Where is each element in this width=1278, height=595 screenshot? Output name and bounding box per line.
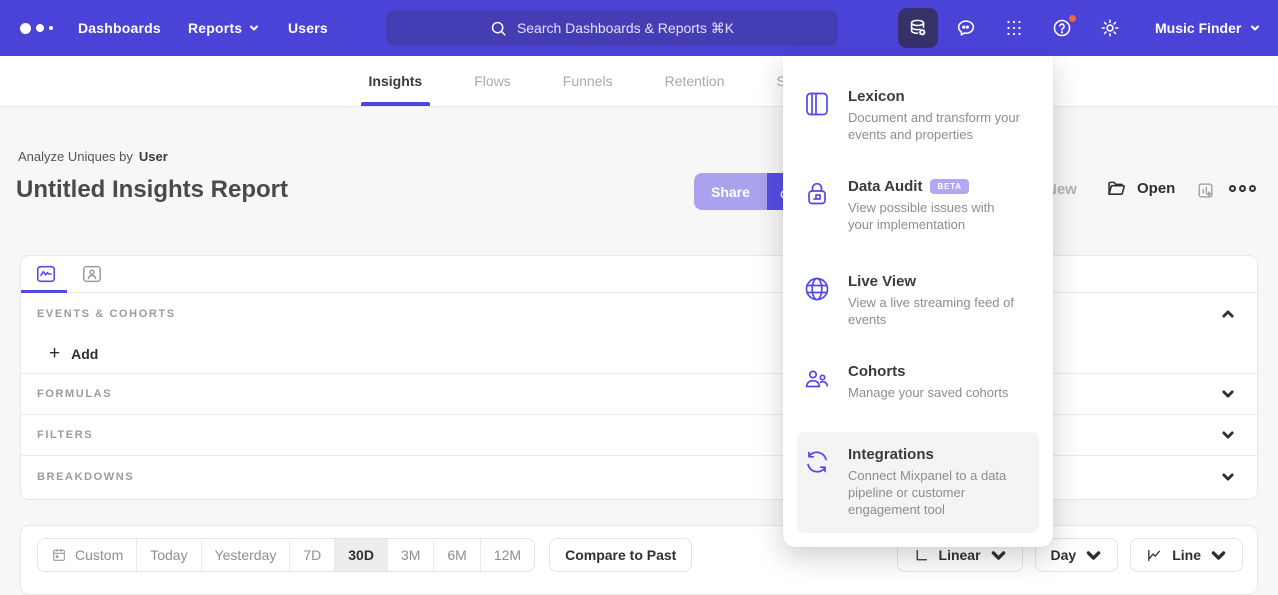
chevron-down-icon [990,547,1007,564]
date-yesterday[interactable]: Yesterday [202,539,291,571]
chevron-down-icon[interactable] [1221,428,1235,442]
date-today[interactable]: Today [137,539,201,571]
analyze-entity[interactable]: User [139,149,168,164]
menu-item-title: Live View [848,273,916,290]
menu-item-live-view[interactable]: Live View View a live streaming feed of … [783,273,1053,328]
plus-icon: + [49,344,60,363]
menu-item-description: Document and transform your events and p… [848,109,1020,143]
chevron-down-icon [1085,547,1102,564]
menu-item-description: Connect Mixpanel to a data pipeline or c… [848,467,1020,518]
search-input[interactable]: Search Dashboards & Reports ⌘K [386,10,838,46]
add-event-button[interactable]: + Add [21,334,1257,374]
tab-retention[interactable]: Retention [639,56,751,106]
nav-users-label: Users [288,20,328,36]
more-icon [1229,185,1236,192]
menu-item-title: Data Audit [848,178,922,195]
chart-type-dropdown[interactable]: Line [1130,538,1243,572]
nav-users[interactable]: Users [288,20,328,36]
menu-item-data-audit[interactable]: Data Audit BETA View possible issues wit… [783,178,1053,233]
search-placeholder: Search Dashboards & Reports ⌘K [517,20,734,37]
page-title[interactable]: Untitled Insights Report [16,176,288,204]
folder-icon [1106,178,1127,199]
chart-controls-card: Custom Today Yesterday 7D 30D 3M 6M 12M … [20,525,1258,595]
chevron-down-icon [1210,547,1227,564]
chevron-down-icon [1250,23,1260,33]
project-name: Music Finder [1155,20,1241,36]
compare-to-past-button[interactable]: Compare to Past [549,538,692,572]
board-add-icon [1196,181,1215,200]
section-label: FILTERS [37,429,93,441]
data-audit-lock-icon [803,180,831,208]
date-12m[interactable]: 12M [481,539,534,571]
share-button[interactable]: Share [694,173,767,210]
date-30d[interactable]: 30D [335,539,388,571]
live-view-globe-icon [803,275,831,303]
section-label: BREAKDOWNS [37,471,134,483]
lexicon-book-icon [803,90,831,118]
date-6m[interactable]: 6M [434,539,480,571]
nav-reports-label: Reports [188,20,242,36]
date-range-segmented-control: Custom Today Yesterday 7D 30D 3M 6M 12M [37,538,535,572]
profile-person-icon [81,263,103,285]
data-management-dropdown: Lexicon Document and transform your even… [783,56,1053,547]
open-button[interactable]: Open [1106,178,1175,199]
section-label: FORMULAS [37,388,112,400]
search-icon [490,20,507,37]
report-tabbar: Insights Flows Funnels Retention Signal … [0,56,1278,107]
tab-insights[interactable]: Insights [343,56,449,106]
menu-item-description: View a live streaming feed of events [848,294,1020,328]
insights-chart-icon [35,263,57,285]
menu-item-integrations[interactable]: Integrations Connect Mixpanel to a data … [783,446,1053,518]
menu-item-title: Integrations [848,446,934,463]
section-events-cohorts[interactable]: EVENTS & COHORTS [21,293,1257,334]
open-label: Open [1137,180,1175,197]
menu-item-title: Cohorts [848,363,906,380]
chevron-down-icon[interactable] [1221,387,1235,401]
calendar-icon [51,547,67,563]
beta-badge: BETA [930,179,968,194]
more-options-button[interactable] [1229,185,1256,192]
nav-reports[interactable]: Reports [188,20,259,36]
help-icon[interactable] [1042,8,1082,48]
chevron-up-icon[interactable] [1221,307,1235,321]
linear-axes-icon [913,547,930,564]
cohorts-people-icon [803,365,831,393]
analyze-breadcrumb: Analyze Uniques by User [18,149,168,164]
analyze-prefix: Analyze Uniques by [18,149,133,164]
data-management-icon[interactable] [898,8,938,48]
project-switcher[interactable]: Music Finder [1155,0,1260,56]
menu-item-cohorts[interactable]: Cohorts Manage your saved cohorts [783,363,1053,401]
section-filters[interactable]: FILTERS [21,415,1257,456]
date-3m[interactable]: 3M [388,539,434,571]
nav-dashboards-label: Dashboards [78,20,161,36]
profiles-tab[interactable] [80,263,103,286]
add-label: Add [71,346,98,362]
nav-dashboards[interactable]: Dashboards [78,20,161,36]
help-notification-dot [1068,14,1077,23]
menu-item-lexicon[interactable]: Lexicon Document and transform your even… [783,88,1053,143]
apps-grid-icon[interactable] [994,8,1034,48]
date-custom[interactable]: Custom [38,539,137,571]
date-7d[interactable]: 7D [290,539,335,571]
chevron-down-icon[interactable] [1221,470,1235,484]
integrations-sync-icon [803,448,831,476]
tab-flows[interactable]: Flows [448,56,537,106]
save-to-board-button[interactable] [1196,181,1215,205]
chevron-down-icon [249,23,259,33]
feedback-icon[interactable] [946,8,986,48]
settings-gear-icon[interactable] [1090,8,1130,48]
section-label: EVENTS & COHORTS [37,308,176,320]
section-formulas[interactable]: FORMULAS [21,374,1257,415]
builder-tabs [21,256,1257,293]
tab-funnels[interactable]: Funnels [537,56,639,106]
query-builder-card: EVENTS & COHORTS + Add FORMULAS FILTERS … [20,255,1258,500]
line-chart-icon [1146,547,1163,564]
top-nav: Dashboards Reports Users Search Dashboar… [0,0,1278,56]
section-breakdowns[interactable]: BREAKDOWNS [21,456,1257,497]
mixpanel-logo-icon[interactable] [20,20,64,36]
metrics-tab[interactable] [34,263,57,286]
menu-item-description: Manage your saved cohorts [848,384,1008,401]
menu-item-description: View possible issues with your implement… [848,199,1020,233]
menu-item-title: Lexicon [848,88,905,105]
